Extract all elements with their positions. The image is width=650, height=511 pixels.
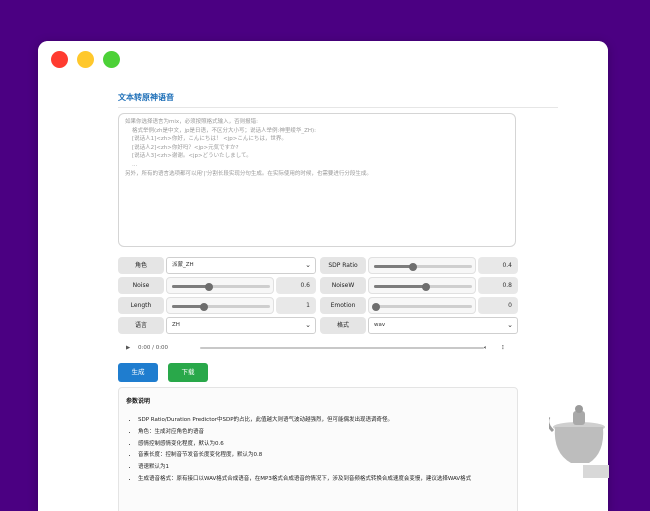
language-value: ZH — [172, 322, 180, 328]
emotion-slider[interactable] — [371, 302, 472, 311]
speaker-value: 派蒙_ZH — [172, 262, 194, 268]
emotion-value[interactable]: 0 — [478, 297, 518, 314]
emotion-thumb[interactable] — [371, 302, 380, 311]
noise-slider[interactable] — [172, 282, 270, 291]
list-item: 感情控制感情变化程度，默认为0.6 — [138, 439, 471, 451]
chevron-down-icon: ⌄ — [305, 321, 311, 329]
row-speaker-sdp: 角色 派蒙_ZH ⌄ SDP Ratio 0.4 — [118, 257, 518, 274]
list-item: 角色：生成对应角色的语音 — [138, 427, 471, 439]
sdp-ratio-slider[interactable] — [374, 262, 472, 271]
download-button[interactable]: 下载 — [168, 363, 208, 382]
length-thumb[interactable] — [200, 302, 209, 311]
row-noise: Noise 0.6 NoiseW 0.8 — [118, 277, 518, 294]
noisew-value[interactable]: 0.8 — [478, 277, 518, 294]
length-slider-box — [166, 297, 274, 314]
title-divider — [118, 107, 558, 108]
format-value: wav — [374, 322, 386, 328]
list-item: 生成语音格式：原有接口以WAV格式合成语音，在MP3格式合成语音的情况下，涉及到… — [138, 474, 471, 486]
audio-player: ▶ 0:00 / 0:00 🔈︎ ⋮ — [118, 341, 518, 355]
page-content: 文本转原神语音 如果你选择语言为mix，必须按照格式输入，否则报错: 格式举例(… — [38, 87, 608, 511]
close-window-button[interactable] — [51, 51, 68, 68]
noisew-fill — [374, 285, 426, 288]
volume-icon[interactable]: 🔈︎ — [484, 341, 487, 355]
language-select[interactable]: ZH ⌄ — [166, 317, 316, 334]
browser-window: 文本转原神语音 如果你选择语言为mix，必须按照格式输入，否则报错: 格式举例(… — [38, 41, 608, 511]
noisew-thumb[interactable] — [421, 282, 430, 291]
list-item: 语速默认为1 — [138, 462, 471, 474]
format-select[interactable]: wav ⌄ — [368, 317, 518, 334]
params-title: 参数说明 — [126, 398, 151, 405]
noisew-label: NoiseW — [320, 277, 366, 294]
noise-value[interactable]: 0.6 — [276, 277, 316, 294]
sdp-ratio-value[interactable]: 0.4 — [478, 257, 518, 274]
length-label: Length — [118, 297, 164, 314]
title-bar — [38, 41, 608, 88]
list-item: SDP Ratio/Duration Predictor中SDP的占比，此值越大… — [138, 415, 471, 427]
row-language-format: 语言 ZH ⌄ 格式 wav ⌄ — [118, 317, 518, 334]
noisew-slider-box — [368, 277, 476, 294]
row-length-emotion: Length 1 Emotion 0 — [118, 297, 518, 314]
length-slider[interactable] — [172, 302, 270, 311]
speaker-select[interactable]: 派蒙_ZH ⌄ — [166, 257, 316, 274]
length-value[interactable]: 1 — [276, 297, 316, 314]
noise-slider-box — [166, 277, 274, 294]
generate-button[interactable]: 生成 — [118, 363, 158, 382]
noise-thumb[interactable] — [205, 282, 214, 291]
sdp-ratio-slider-box — [368, 257, 476, 274]
sdp-ratio-thumb[interactable] — [409, 262, 418, 271]
sdp-ratio-label: SDP Ratio — [320, 257, 366, 274]
speaker-label: 角色 — [118, 257, 164, 274]
params-panel: 参数说明 SDP Ratio/Duration Predictor中SDP的占比… — [118, 387, 518, 511]
chevron-down-icon: ⌄ — [305, 261, 311, 269]
chevron-down-icon: ⌄ — [507, 321, 513, 329]
sdp-ratio-fill — [374, 265, 414, 268]
page-title: 文本转原神语音 — [118, 93, 174, 102]
params-list: SDP Ratio/Duration Predictor中SDP的占比，此值越大… — [126, 415, 471, 486]
more-options-icon[interactable]: ⋮ — [500, 341, 506, 355]
audio-time: 0:00 / 0:00 — [138, 345, 169, 351]
noise-fill — [172, 285, 210, 288]
teapot-illustration — [549, 405, 609, 478]
play-icon[interactable]: ▶ — [126, 341, 130, 355]
language-label: 语言 — [118, 317, 164, 334]
audio-progress-bar[interactable] — [200, 347, 484, 349]
minimize-window-button[interactable] — [77, 51, 94, 68]
noisew-slider[interactable] — [374, 282, 472, 291]
emotion-label: Emotion — [320, 297, 366, 314]
maximize-window-button[interactable] — [103, 51, 120, 68]
list-item: 音素长度：控制音节发音长度变化程度，默认为0.8 — [138, 450, 471, 462]
format-label: 格式 — [320, 317, 366, 334]
text-input[interactable]: 如果你选择语言为mix，必须按照格式输入，否则报错: 格式举例(zh是中文，jp… — [118, 113, 516, 247]
emotion-slider-box — [368, 297, 476, 314]
noise-label: Noise — [118, 277, 164, 294]
